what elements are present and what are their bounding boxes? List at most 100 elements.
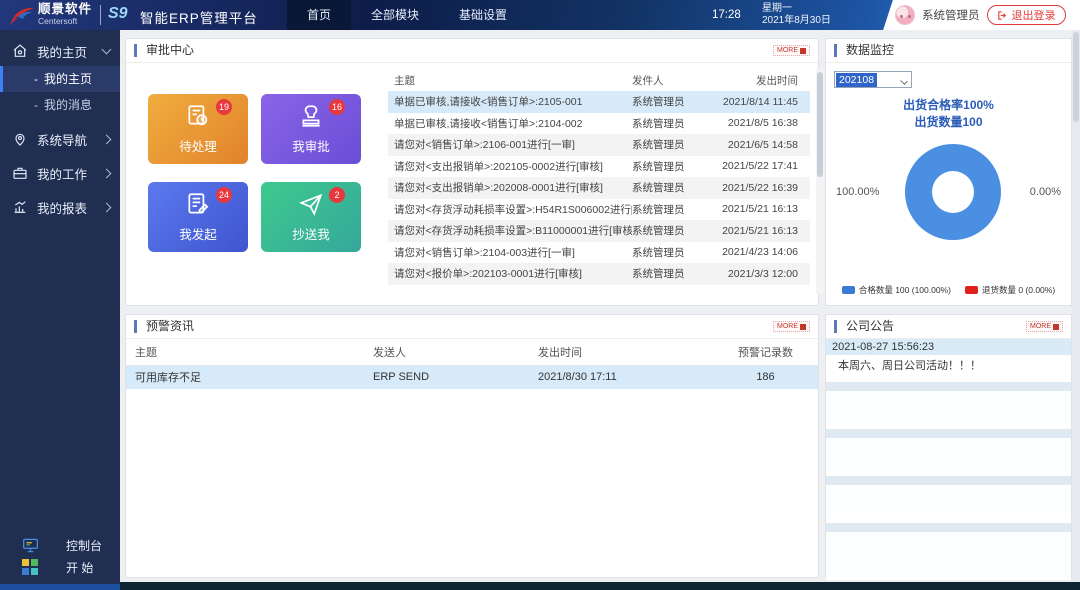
sidebar-item-my-home[interactable]: 我的主页 (0, 36, 120, 66)
more-link[interactable]: MORE (1026, 321, 1063, 332)
empty-row (826, 429, 1071, 438)
console-button[interactable]: 控制台 (0, 534, 120, 556)
table-row[interactable]: 请您对<支出报销单>:202008-0001进行[审核] 系统管理员 2021/… (388, 177, 810, 199)
table-row[interactable]: 请您对<存货浮动耗损率设置>:H54R1S006002进行[审核] 系统管理员 … (388, 199, 810, 221)
nav-tab-basic-settings[interactable]: 基础设置 (439, 0, 527, 30)
todo-clock-icon (185, 103, 211, 129)
legend-item-qualified: 合格数量 100 (100.00%) (842, 284, 951, 296)
col-subject: 主题 (388, 73, 632, 88)
sidebar-item-my-reports[interactable]: 我的报表 (0, 192, 120, 222)
sidebar-subitem-my-messages[interactable]: -我的消息 (0, 92, 120, 118)
scrollbar-thumb[interactable] (817, 72, 823, 177)
user-avatar[interactable] (895, 5, 915, 25)
start-button[interactable]: 开 始 (0, 556, 120, 578)
cell-subject: 请您对<存货浮动耗损率设置>:B11000001进行[审核] (388, 223, 632, 238)
panel-title: 公司公告 (834, 320, 894, 333)
chart-legend: 合格数量 100 (100.00%) 退货数量 0 (0.00%) (826, 284, 1071, 296)
announcement-date[interactable]: 2021-08-27 15:56:23 (826, 339, 1071, 355)
sidebar-subitem-my-home[interactable]: -我的主页 (0, 66, 120, 92)
cell-subject: 请您对<销售订单>:2104-003进行[一审] (388, 245, 632, 260)
col-sender: 发件人 (632, 73, 714, 88)
cell-subject: 请您对<支出报销单>:202105-0002进行[审核] (388, 159, 632, 174)
legend-swatch-red (965, 286, 978, 294)
weekday-label: 星期一 (762, 3, 831, 15)
announcements-panel: 公司公告 MORE 2021-08-27 15:56:23 本周六、周日公司活动… (825, 314, 1072, 578)
cell-sender: 系统管理员 (632, 202, 714, 217)
more-label: MORE (777, 323, 798, 330)
cell-subject: 请您对<存货浮动耗损率设置>:H54R1S006002进行[审核] (388, 202, 632, 217)
donut-ring (905, 144, 1001, 240)
empty-row (826, 391, 1071, 424)
sidebar-item-my-work[interactable]: 我的工作 (0, 158, 120, 188)
pending-count-badge: 19 (216, 99, 232, 115)
nav-tab-home[interactable]: 首页 (287, 0, 351, 30)
cell-sender: 系统管理员 (632, 116, 714, 131)
table-row[interactable]: 请您对<存货浮动耗损率设置>:B11000001进行[审核] 系统管理员 202… (388, 220, 810, 242)
panel-header: 审批中心 MORE (126, 39, 818, 63)
dash-bullet: - (34, 98, 38, 112)
more-link[interactable]: MORE (773, 321, 810, 332)
nav-tab-all-modules[interactable]: 全部模块 (351, 0, 439, 30)
table-row[interactable]: 可用库存不足 ERP SEND 2021/8/30 17:11 186 (126, 365, 818, 389)
table-row[interactable]: 请您对<销售订单>:2106-001进行[一审] 系统管理员 2021/6/5 … (388, 134, 810, 156)
panel-header: 数据监控 (826, 39, 1071, 63)
cell-time: 2021/4/23 14:06 (714, 246, 810, 258)
chevron-right-icon (102, 134, 112, 144)
sidebar-item-label: 我的主页 (37, 42, 87, 61)
product-logo: S9 (108, 5, 128, 23)
more-square-icon (800, 324, 806, 330)
shipment-stats: 出货合格率100% 出货数量100 (826, 97, 1071, 131)
sidebar-bottom-strip (0, 584, 120, 590)
cell-time: 2021/8/30 17:11 (538, 371, 713, 383)
cell-time: 2021/5/22 17:41 (714, 160, 810, 172)
product-title: 智能ERP管理平台 (140, 7, 258, 27)
table-row[interactable]: 请您对<销售订单>:2104-003进行[一审] 系统管理员 2021/4/23… (388, 242, 810, 264)
approvals-count-badge: 16 (329, 99, 345, 115)
cc-to-me-tile[interactable]: 2 抄送我 (261, 182, 361, 252)
panel-title: 预警资讯 (134, 320, 194, 333)
donut-chart: 100.00% 0.00% (826, 144, 1071, 254)
period-select[interactable]: 202108 (834, 71, 912, 88)
cell-subject: 请您对<销售订单>:2106-001进行[一审] (388, 137, 632, 152)
tile-label: 待处理 (148, 136, 248, 155)
data-monitor-panel: 数据监控 202108 出货合格率100% 出货数量100 100.00% 0.… (825, 38, 1072, 306)
empty-row (826, 485, 1071, 518)
col-subject: 主题 (126, 344, 373, 360)
cell-time: 2021/8/14 11:45 (714, 96, 810, 108)
username-label: 系统管理员 (922, 7, 980, 23)
cell-time: 2021/3/3 12:00 (714, 268, 810, 280)
header-divider (100, 5, 101, 25)
chevron-right-icon (102, 202, 112, 212)
table-scrollbar[interactable] (816, 69, 824, 294)
logout-button[interactable]: 退出登录 (987, 5, 1066, 25)
pending-tile[interactable]: 19 待处理 (148, 94, 248, 164)
donut-left-label: 100.00% (836, 186, 879, 198)
sidebar-subitem-label: 我的主页 (44, 72, 92, 86)
table-row[interactable]: 单据已审核,请接收<销售订单>:2104-002 系统管理员 2021/8/5 … (388, 113, 810, 135)
scrollbar-thumb[interactable] (1073, 32, 1079, 122)
table-row[interactable]: 单据已审核,请接收<销售订单>:2105-001 系统管理员 2021/8/14… (388, 91, 810, 113)
top-header: 顺景软件 Centersoft S9 智能ERP管理平台 首页 全部模块 基础设… (0, 0, 1080, 30)
table-row[interactable]: 请您对<支出报销单>:202105-0002进行[审核] 系统管理员 2021/… (388, 156, 810, 178)
announcement-content: 本周六、周日公司活动！！！ (826, 355, 1071, 377)
chevron-down-icon (900, 77, 908, 85)
shipment-qty-label: 出货数量100 (826, 114, 1071, 131)
more-link[interactable]: MORE (773, 45, 810, 56)
cell-time: 2021/5/22 16:39 (714, 182, 810, 194)
donut-right-label: 0.00% (1030, 186, 1061, 198)
alerts-panel: 预警资讯 MORE 主题 发送人 发出时间 预警记录数 可用库存不足 ERP S… (125, 314, 819, 578)
table-header-row: 主题 发件人 发出时间 (388, 69, 810, 91)
cell-sender: ERP SEND (373, 371, 538, 383)
my-approvals-tile[interactable]: 16 我审批 (261, 94, 361, 164)
page-scrollbar[interactable] (1072, 30, 1080, 582)
period-selected-value: 202108 (836, 73, 877, 87)
sidebar-footer: 控制台 开 始 (0, 534, 120, 578)
console-label: 控制台 (66, 537, 102, 554)
initiated-count-badge: 24 (216, 187, 232, 203)
initiated-by-me-tile[interactable]: 24 我发起 (148, 182, 248, 252)
cell-time: 2021/8/5 16:38 (714, 117, 810, 129)
sidebar-item-system-navigation[interactable]: 系统导航 (0, 124, 120, 154)
legend-label: 退货数量 0 (0.00%) (982, 284, 1055, 296)
table-row[interactable]: 请您对<报价单>:202103-0001进行[审核] 系统管理员 2021/3/… (388, 263, 810, 285)
col-sent-time: 发出时间 (714, 73, 810, 88)
